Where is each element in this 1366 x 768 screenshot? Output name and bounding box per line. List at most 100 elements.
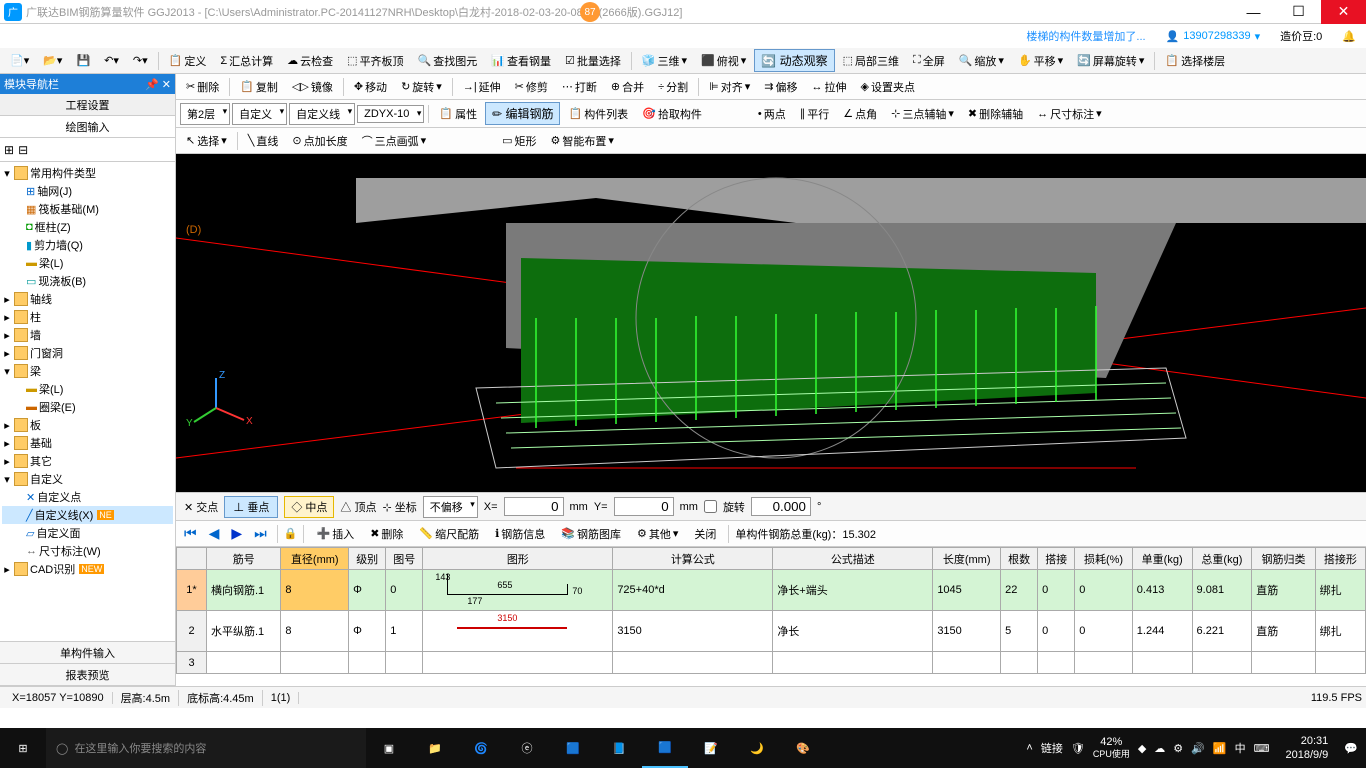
tree-custom[interactable]: ▾自定义	[2, 470, 173, 488]
tree-beam-l[interactable]: ▬ 梁(L)	[2, 380, 173, 398]
tree-axis-grid[interactable]: ⊞ 轴网(J)	[2, 182, 173, 200]
grip-btn[interactable]: ◈ 设置夹点	[855, 77, 921, 97]
tree-column[interactable]: ◘ 框柱(Z)	[2, 218, 173, 236]
rotate-input[interactable]	[751, 497, 811, 516]
new-button[interactable]: 📄▾	[4, 52, 35, 69]
partial3d-button[interactable]: ⬚ 局部三维	[837, 51, 905, 71]
tray-up[interactable]: ˄	[1026, 742, 1032, 754]
delete-row[interactable]: ✖ 删除	[364, 524, 409, 544]
scale-btn[interactable]: 📏 缩尺配筋	[413, 524, 485, 544]
delaxis-btn[interactable]: ✖ 删除辅轴	[962, 104, 1029, 124]
zoom-button[interactable]: 🔍 缩放 ▾	[953, 51, 1010, 71]
tray-notif[interactable]: 💬	[1344, 742, 1358, 755]
stretch-btn[interactable]: ↔ 拉伸	[806, 77, 853, 97]
other-btn[interactable]: ⚙ 其他 ▾	[631, 524, 684, 544]
delete-btn[interactable]: ✂ 删除	[180, 77, 225, 97]
tree-slab2[interactable]: ▸板	[2, 416, 173, 434]
collapse-all-icon[interactable]: ⊟	[18, 143, 28, 157]
tree-custom-line[interactable]: ╱ 自定义线(X)NE	[2, 506, 173, 524]
top-button[interactable]: ⬛ 俯视 ▾	[695, 51, 752, 71]
define-button[interactable]: 📋 定义	[163, 51, 213, 71]
tray-app1[interactable]: ◆	[1138, 742, 1146, 755]
lock-icon[interactable]: 🔒	[284, 527, 298, 540]
close-panel-icon[interactable]: ✕	[162, 79, 171, 91]
select-floor-button[interactable]: 📋 选择楼层	[1159, 51, 1231, 71]
rebar-table[interactable]: 筋号 直径(mm) 级别 图号 图形 计算公式 公式描述 长度(mm) 根数 搭…	[176, 546, 1366, 686]
tree-beams[interactable]: ▾梁	[2, 362, 173, 380]
next-btn[interactable]: ▶	[227, 525, 246, 542]
trim-btn[interactable]: ✂ 修剪	[509, 77, 554, 97]
maximize-button[interactable]: ☐	[1276, 0, 1321, 24]
pin-icon[interactable]: 📌	[145, 79, 159, 91]
parallel-btn[interactable]: ∥ 平行	[794, 104, 836, 124]
tray-app3[interactable]: ⚙	[1173, 742, 1183, 755]
tray-kbd[interactable]: ⌨	[1254, 742, 1270, 755]
tree-custom-pt[interactable]: ✕ 自定义点	[2, 488, 173, 506]
tree-custom-face[interactable]: ▱ 自定义面	[2, 524, 173, 542]
twopt-btn[interactable]: • 两点	[752, 104, 792, 124]
flat-button[interactable]: ⬚ 平齐板顶	[341, 51, 409, 71]
break-btn[interactable]: ⋯ 打断	[556, 77, 603, 97]
merge-btn[interactable]: ⊕ 合并	[605, 77, 650, 97]
redo-button[interactable]: ↷▾	[127, 52, 154, 69]
y-input[interactable]	[614, 497, 674, 516]
app-6[interactable]: 🟦	[642, 728, 688, 768]
category-select[interactable]: 自定义	[232, 103, 287, 125]
cloud-button[interactable]: ☁ 云检查	[281, 51, 339, 71]
close-table[interactable]: 关闭	[688, 524, 722, 544]
rotate-btn[interactable]: ↻ 旋转 ▾	[395, 77, 448, 97]
snap-vertex[interactable]: △ 顶点	[340, 499, 376, 515]
search-box[interactable]: ◯ 在这里输入你要搜索的内容	[46, 728, 366, 768]
open-button[interactable]: 📂▾	[37, 52, 68, 69]
viewsteel-button[interactable]: 📊 查看钢量	[485, 51, 557, 71]
tree-beam[interactable]: ▬ 梁(L)	[2, 254, 173, 272]
table-row[interactable]: 1* 横向钢筋.1 8 Φ0 143 655 177 70 725+40*d净长…	[177, 570, 1366, 611]
move-btn[interactable]: ✥ 移动	[348, 77, 393, 97]
first-btn[interactable]: ⏮	[180, 525, 201, 542]
rect-tool[interactable]: ▭ 矩形	[496, 131, 542, 151]
app-2[interactable]: 🌀	[458, 728, 504, 768]
tree-foundation[interactable]: ▸基础	[2, 434, 173, 452]
x-input[interactable]	[504, 497, 564, 516]
3d-button[interactable]: 🧊 三维 ▾	[636, 51, 693, 71]
app-edge[interactable]: ⓔ	[504, 728, 550, 768]
floor-select[interactable]: 第2层	[180, 103, 230, 125]
notification-badge[interactable]: 87	[580, 2, 600, 22]
snap-coord[interactable]: ⊹ 坐标	[382, 499, 416, 515]
code-select[interactable]: ZDYX-10	[357, 105, 424, 123]
tree-other[interactable]: ▸其它	[2, 452, 173, 470]
batch-button[interactable]: ☑ 批量选择	[559, 51, 627, 71]
viewport-3d[interactable]: Z X Y (D)	[176, 154, 1366, 492]
app-1[interactable]: 📁	[412, 728, 458, 768]
dynamic-view-button[interactable]: 🔄 动态观察	[754, 49, 834, 72]
list-btn[interactable]: 📋 构件列表	[562, 104, 634, 124]
task-view[interactable]: ▣	[366, 728, 412, 768]
tray-vol[interactable]: 🔊	[1191, 742, 1205, 755]
tree-col[interactable]: ▸柱	[2, 308, 173, 326]
tree-wall2[interactable]: ▸墙	[2, 326, 173, 344]
undo-button[interactable]: ↶▾	[98, 52, 125, 69]
edit-steel-btn[interactable]: ✏ 编辑钢筋	[485, 102, 560, 125]
app-5[interactable]: 📘	[596, 728, 642, 768]
steel-info[interactable]: ℹ 钢筋信息	[489, 524, 551, 544]
type-select[interactable]: 自定义线	[289, 103, 355, 125]
start-button[interactable]: ⊞	[0, 728, 46, 768]
arc-tool[interactable]: ⌒ 三点画弧 ▾	[356, 131, 433, 151]
fullscreen-button[interactable]: ⛶ 全屏	[907, 51, 951, 71]
minimize-button[interactable]: —	[1231, 0, 1276, 24]
prev-btn[interactable]: ◀	[205, 525, 224, 542]
attr-btn[interactable]: 📋 属性	[433, 104, 483, 124]
find-button[interactable]: 🔍 查找图元	[412, 51, 484, 71]
table-row[interactable]: 3	[177, 652, 1366, 674]
app-9[interactable]: 🎨	[780, 728, 826, 768]
close-button[interactable]: ✕	[1321, 0, 1366, 24]
offset-btn[interactable]: ⇉ 偏移	[758, 77, 803, 97]
mirror-btn[interactable]: ◁▷ 镜像	[286, 77, 339, 97]
tree-slab[interactable]: ▭ 现浇板(B)	[2, 272, 173, 290]
tree-common[interactable]: ▾常用构件类型	[2, 164, 173, 182]
offset-mode[interactable]: 不偏移	[423, 496, 478, 518]
tree-wall[interactable]: ▮ 剪力墙(Q)	[2, 236, 173, 254]
angle-btn[interactable]: ∠ 点角	[837, 104, 883, 124]
table-row[interactable]: 2 水平纵筋.18 Φ1 3150 3150净长 31505 00 1.2446…	[177, 611, 1366, 652]
app-7[interactable]: 📝	[688, 728, 734, 768]
